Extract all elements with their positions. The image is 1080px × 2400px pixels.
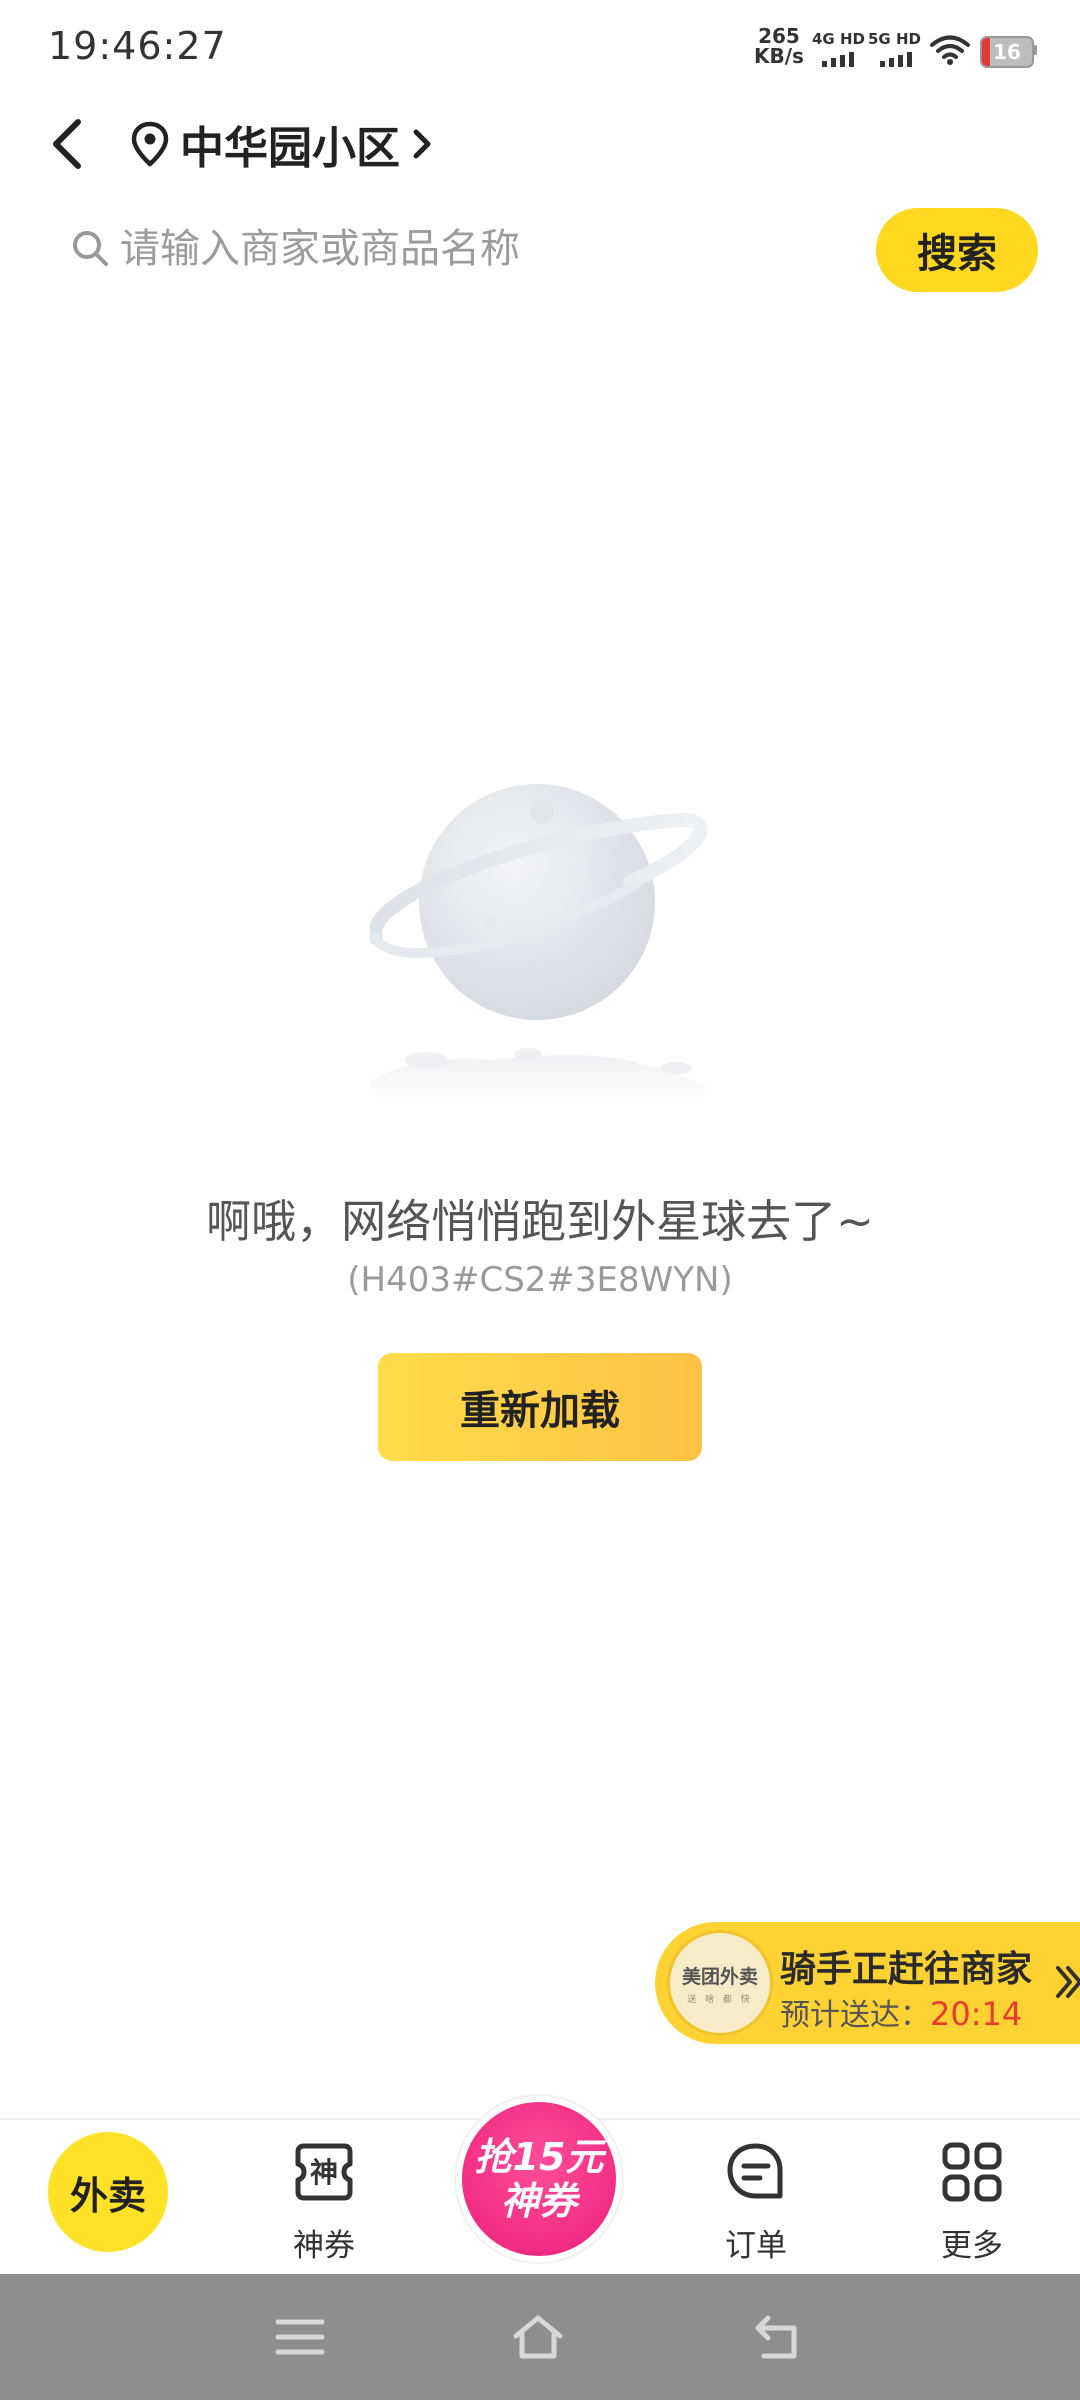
location-name: 中华园小区 [180,123,400,174]
nav-orders[interactable]: 订单 [676,2120,836,2276]
chevron-double-right-icon[interactable] [1054,1960,1080,2004]
meituan-waimai-logo: 美团外卖 送 啥 都 快 [667,1930,773,2036]
nav-waimai[interactable]: 外卖 [0,2120,168,2276]
menu-icon[interactable] [274,2312,326,2362]
system-nav-bar [0,2274,1080,2400]
nav-coupon[interactable]: 神 神券 [244,2120,404,2276]
battery-icon: 16 [980,36,1034,68]
nav-more-label: 更多 [941,2228,1003,2264]
sim2-signal-icon [880,52,912,67]
home-icon[interactable] [512,2312,564,2362]
location-selector[interactable]: 中华园小区 [130,112,434,176]
promo-line-2: 神券 [500,2179,577,2223]
battery-level: 16 [993,40,1021,64]
sim1-signal-icon [822,52,854,67]
back-button[interactable] [42,112,98,176]
status-time: 19:46:27 [48,24,227,68]
promo-line-1: 抢15元 [474,2135,604,2179]
promo-coupon-button[interactable]: 抢15元 神券 [456,2096,622,2262]
error-code: (H403#CS2#3E8WYN) [347,1260,733,1300]
nav-coupon-label: 神券 [293,2228,355,2264]
grid-icon [942,2142,1002,2202]
svg-text:神: 神 [310,2156,338,2189]
rider-status-title: 骑手正赶往商家 [780,1949,1033,1990]
sim1-label: 4G HD [812,30,865,48]
nav-more[interactable]: 更多 [892,2120,1052,2276]
network-speed: 265 KB/s [754,26,804,66]
reload-button[interactable]: 重新加载 [378,1353,702,1461]
nav-waimai-label: 外卖 [48,2132,168,2252]
battery-tip [1032,45,1037,55]
orders-icon [727,2143,783,2199]
logo-subtext: 送 啥 都 快 [687,1994,753,2005]
logo-text: 美团外卖 [681,1965,758,1988]
back-nav-icon[interactable] [752,2312,804,2362]
coupon-icon: 神 [295,2143,353,2201]
rider-eta: 预计送达：20:14 [780,1990,1022,2034]
network-speed-value: 265 [758,24,800,48]
search-icon [73,231,108,266]
wifi-icon [930,35,970,65]
eta-time: 20:14 [930,1995,1023,2033]
planet-illustration [370,784,710,1100]
location-pin-icon [131,121,169,167]
chevron-right-icon [413,129,431,159]
sim2-label: 5G HD [868,30,921,48]
search-button[interactable]: 搜索 [876,208,1038,292]
nav-orders-label: 订单 [725,2228,787,2264]
search-input[interactable] [118,218,822,280]
eta-label: 预计送达： [780,1998,930,2033]
error-message: 啊哦，网络悄悄跑到外星球去了~ [206,1195,874,1248]
network-speed-unit: KB/s [754,44,804,68]
